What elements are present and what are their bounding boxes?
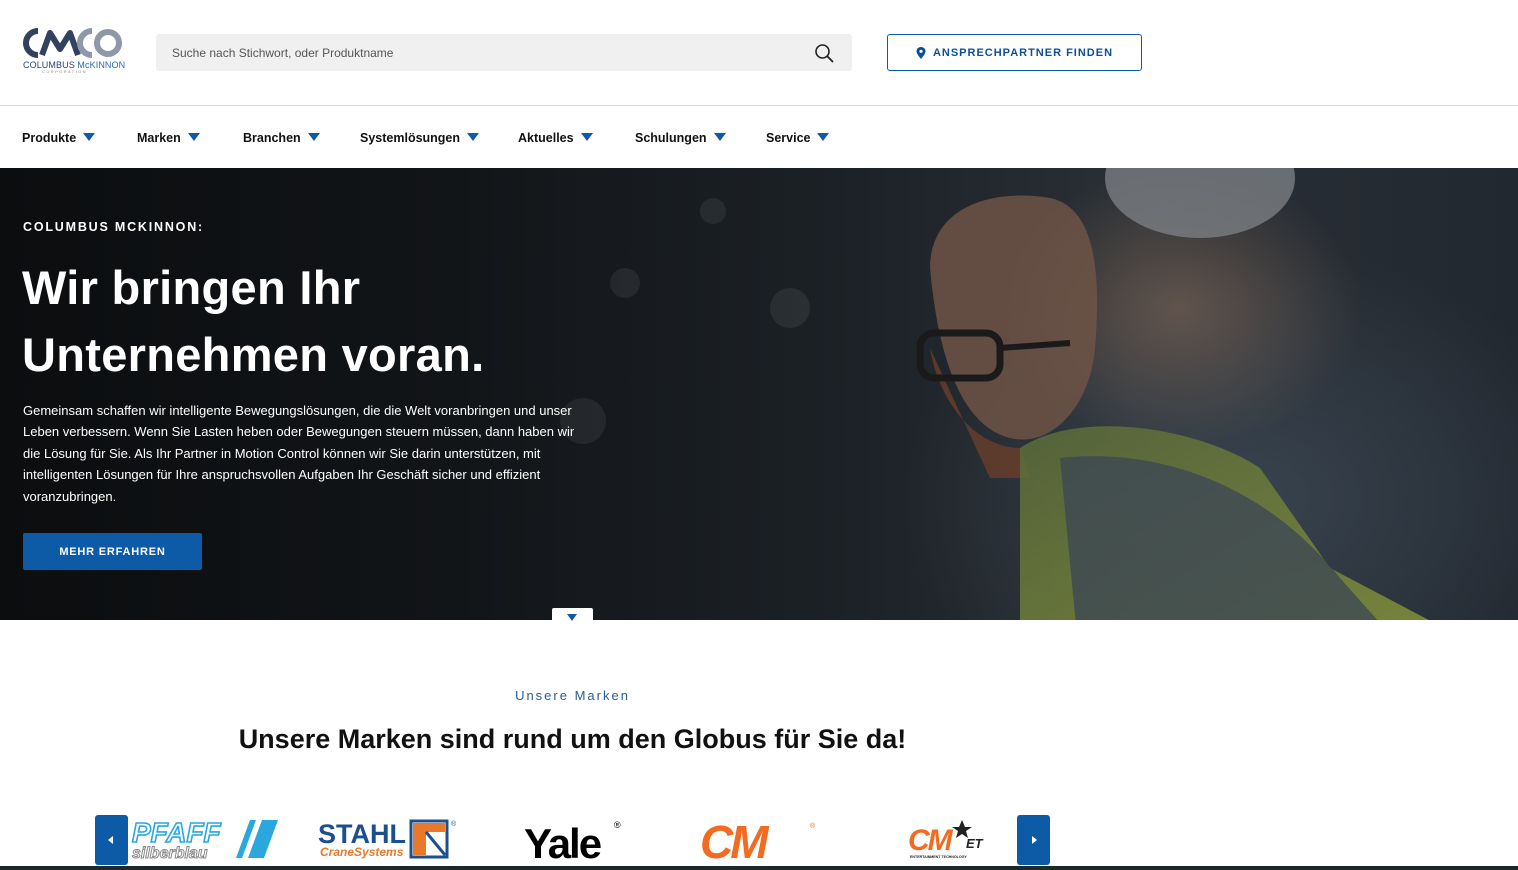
svg-text:®: ® (451, 820, 457, 828)
brand-logo-yale[interactable]: Yale ® (522, 812, 626, 868)
find-contact-label: ANSPRECHPARTNER FINDEN (932, 46, 1114, 59)
caret-down-icon (713, 133, 726, 141)
search-bar (156, 34, 852, 71)
brand-logo-subtext: ENTERTAINMENT TECHNOLOGY (910, 855, 967, 859)
chevron-right-icon (1032, 836, 1037, 844)
brand-logo-pfaff[interactable]: PFAFF silberblau (128, 812, 280, 868)
brand-logo-subtext: CraneSystems (320, 845, 404, 859)
brands-title: Unsere Marken sind rund um den Globus fü… (238, 724, 907, 754)
caret-down-icon (580, 133, 593, 141)
nav-item-label: Marken (137, 131, 181, 145)
nav-item-label: Schulungen (635, 131, 707, 145)
caret-down-icon (307, 133, 320, 141)
main-navigation: Produkte Marken Branchen Systemlösungen … (0, 107, 1518, 168)
cmco-logo[interactable]: COLUMBUS McKINNON CORPORATION (22, 27, 125, 75)
brand-logo-text: CM (908, 824, 954, 857)
brand-logo-cm[interactable]: CM ® (700, 812, 820, 868)
cmco-logo-mark (23, 28, 122, 58)
svg-text:®: ® (810, 822, 816, 830)
brand-logo-subtext: silberblau (132, 845, 208, 862)
carousel-next-button[interactable] (1017, 815, 1050, 865)
brand-logo-text: CM (700, 816, 770, 868)
nav-item-service[interactable]: Service (766, 131, 830, 145)
search-input[interactable] (156, 34, 796, 71)
caret-down-icon (187, 133, 200, 141)
chevron-down-icon (567, 614, 577, 621)
brand-logo-text: PFAFF (132, 817, 222, 848)
nav-item-label: Service (766, 131, 811, 145)
chevron-left-icon (108, 836, 113, 844)
hero-description: Gemeinsam schaffen wir intelligente Bewe… (23, 403, 575, 504)
hero-banner: COLUMBUS MCKINNON: Wir bringen Ihr Unter… (0, 168, 1518, 620)
nav-item-marken[interactable]: Marken (137, 131, 200, 145)
brand-logo-cm-et[interactable]: CM ET ENTERTAINMENT TECHNOLOGY (906, 812, 984, 868)
learn-more-button[interactable]: MEHR ERFAHREN (23, 533, 202, 570)
hero-title: Wir bringen Ihr Unternehmen voran. (22, 254, 622, 388)
background-light (700, 198, 726, 224)
nav-item-label: Systemlösungen (360, 131, 461, 145)
nav-item-label: Branchen (243, 131, 301, 145)
carousel-prev-button[interactable] (95, 815, 128, 865)
nav-item-label: Produkte (22, 131, 77, 145)
brand-logo-text: Yale (524, 820, 601, 867)
caret-down-icon (467, 133, 480, 141)
hero-title-line: Wir bringen Ihr (22, 261, 361, 314)
nav-item-label: Aktuelles (518, 131, 574, 145)
worker-photo (916, 168, 1429, 620)
hero-eyebrow: COLUMBUS MCKINNON: (23, 220, 204, 234)
scroll-down-tab[interactable] (552, 608, 593, 622)
search-icon[interactable] (814, 43, 834, 63)
bottom-edge (0, 866, 1518, 870)
caret-down-icon (83, 133, 96, 141)
location-pin-icon (916, 46, 926, 59)
svg-text:®: ® (614, 820, 621, 830)
nav-item-systemloesungen[interactable]: Systemlösungen (360, 131, 480, 145)
nav-item-produkte[interactable]: Produkte (22, 131, 96, 145)
site-header: COLUMBUS McKINNON CORPORATION ANSPRECHPA… (0, 0, 1518, 106)
hero-title-line: Unternehmen voran. (22, 328, 485, 381)
nav-item-aktuelles[interactable]: Aktuelles (518, 131, 593, 145)
nav-item-schulungen[interactable]: Schulungen (635, 131, 726, 145)
caret-down-icon (817, 133, 830, 141)
brand-logo-stahl[interactable]: STAHL CraneSystems ® (318, 812, 460, 868)
find-contact-button[interactable]: ANSPRECHPARTNER FINDEN (887, 34, 1142, 71)
brand-logo-mark: ET (966, 836, 984, 851)
background-light (770, 288, 810, 328)
nav-item-branchen[interactable]: Branchen (243, 131, 320, 145)
logo-subline: CORPORATION (42, 69, 87, 74)
brands-eyebrow: Unsere Marken (515, 688, 630, 703)
